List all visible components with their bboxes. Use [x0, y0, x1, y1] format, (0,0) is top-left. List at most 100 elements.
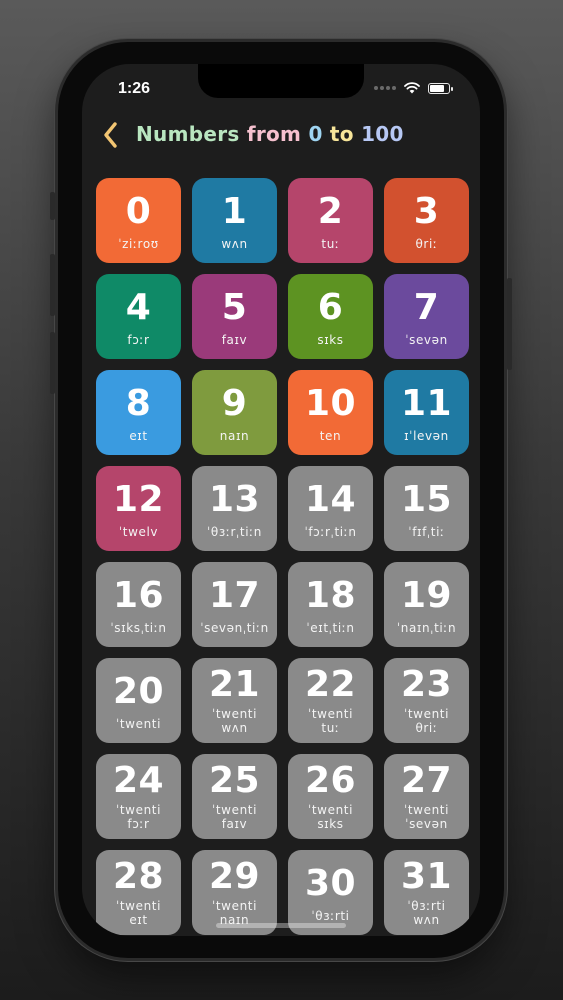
tile-pronunciation: eɪt	[129, 428, 148, 443]
tile-pronunciation: ˈθɜːrti	[311, 908, 350, 923]
number-tile-31[interactable]: 31 ˈθɜːrti wʌn	[384, 850, 469, 935]
tile-number: 22	[304, 664, 357, 705]
tile-number: 26	[304, 760, 357, 801]
tile-pronunciation: wʌn	[221, 236, 248, 251]
phone-frame: 1:26 Numbers from 0 to 100 0 ˈziːroʊ 1 w…	[50, 42, 512, 958]
number-tile-14[interactable]: 14 ˈfɔːrˌtiːn	[288, 466, 373, 551]
tile-number: 4	[125, 286, 152, 328]
tile-pronunciation: ˈtwelv	[118, 524, 159, 539]
number-tile-7[interactable]: 7 ˈsevən	[384, 274, 469, 359]
tile-pronunciation: ɪˈlevən	[404, 428, 449, 443]
tile-number: 30	[304, 862, 357, 904]
tile-pronunciation: ˈtwenti tuː	[307, 707, 354, 735]
numbers-grid: 0 ˈziːroʊ 1 wʌn 2 tuː 3 θriː 4 fɔːr 5 faɪv 6 sɪks 7 ˈse…	[96, 178, 469, 935]
tile-pronunciation: ˈsevən	[405, 332, 448, 347]
number-tile-28[interactable]: 28 ˈtwenti eɪt	[96, 850, 181, 935]
number-tile-18[interactable]: 18 ˈeɪtˌtiːn	[288, 562, 373, 647]
cellular-signal-icon	[374, 86, 396, 90]
tile-number: 23	[400, 664, 453, 705]
back-button[interactable]	[94, 118, 128, 152]
tile-number: 6	[317, 286, 344, 328]
number-tile-19[interactable]: 19 ˈnaɪnˌtiːn	[384, 562, 469, 647]
tile-pronunciation: fɔːr	[127, 332, 150, 347]
volume-down-button	[50, 332, 55, 394]
tile-pronunciation: ˈtwenti faɪv	[211, 803, 258, 831]
tile-number: 3	[413, 190, 440, 232]
tile-pronunciation: ˈsɪksˌtiːn	[110, 620, 167, 635]
tile-number: 13	[208, 478, 261, 520]
home-indicator[interactable]	[216, 923, 346, 928]
number-tile-20[interactable]: 20 ˈtwenti	[96, 658, 181, 743]
tile-pronunciation: ˈfɪfˌtiː	[408, 524, 445, 539]
number-tile-11[interactable]: 11 ɪˈlevən	[384, 370, 469, 455]
number-tile-26[interactable]: 26 ˈtwenti sɪks	[288, 754, 373, 839]
silent-switch	[50, 192, 55, 220]
number-tile-17[interactable]: 17 ˈsevənˌtiːn	[192, 562, 277, 647]
tile-number: 14	[304, 478, 357, 520]
tile-number: 27	[400, 760, 453, 801]
tile-number: 20	[112, 670, 165, 712]
tile-number: 2	[317, 190, 344, 232]
tile-number: 28	[112, 856, 165, 897]
number-tile-24[interactable]: 24 ˈtwenti fɔːr	[96, 754, 181, 839]
tile-pronunciation: ˈtwenti fɔːr	[115, 803, 162, 831]
number-tile-1[interactable]: 1 wʌn	[192, 178, 277, 263]
title-segment: 100	[361, 122, 404, 146]
number-tile-0[interactable]: 0 ˈziːroʊ	[96, 178, 181, 263]
number-tile-25[interactable]: 25 ˈtwenti faɪv	[192, 754, 277, 839]
number-tile-23[interactable]: 23 ˈtwenti θriː	[384, 658, 469, 743]
tile-pronunciation: ˈnaɪnˌtiːn	[396, 620, 457, 635]
tile-pronunciation: ˈθɜːrˌtiːn	[207, 524, 262, 539]
number-tile-15[interactable]: 15 ˈfɪfˌtiː	[384, 466, 469, 551]
number-tile-3[interactable]: 3 θriː	[384, 178, 469, 263]
number-tile-21[interactable]: 21 ˈtwenti wʌn	[192, 658, 277, 743]
tile-number: 16	[112, 574, 165, 616]
number-tile-6[interactable]: 6 sɪks	[288, 274, 373, 359]
camera-notch	[198, 64, 364, 98]
tile-pronunciation: ˈtwenti	[115, 716, 162, 731]
tile-pronunciation: faɪv	[221, 332, 248, 347]
tile-number: 18	[304, 574, 357, 616]
tile-number: 0	[125, 190, 152, 232]
tile-pronunciation: θriː	[415, 236, 438, 251]
number-tile-9[interactable]: 9 naɪn	[192, 370, 277, 455]
tile-number: 11	[400, 382, 453, 424]
number-tile-10[interactable]: 10 ten	[288, 370, 373, 455]
tile-number: 29	[208, 856, 261, 897]
tile-number: 31	[400, 856, 453, 897]
title-segment: to	[329, 122, 362, 146]
number-tile-2[interactable]: 2 tuː	[288, 178, 373, 263]
number-tile-4[interactable]: 4 fɔːr	[96, 274, 181, 359]
number-tile-27[interactable]: 27 ˈtwenti ˈsevən	[384, 754, 469, 839]
tile-number: 5	[221, 286, 248, 328]
tile-pronunciation: ˈeɪtˌtiːn	[306, 620, 355, 635]
app-screen: 1:26 Numbers from 0 to 100 0 ˈziːroʊ 1 w…	[82, 64, 480, 936]
tile-pronunciation: ˈsevənˌtiːn	[200, 620, 269, 635]
tile-pronunciation: tuː	[321, 236, 340, 251]
tile-number: 25	[208, 760, 261, 801]
tile-pronunciation: ˈtwenti θriː	[403, 707, 450, 735]
tile-number: 1	[221, 190, 248, 232]
number-tile-16[interactable]: 16 ˈsɪksˌtiːn	[96, 562, 181, 647]
number-tile-13[interactable]: 13 ˈθɜːrˌtiːn	[192, 466, 277, 551]
background: 1:26 Numbers from 0 to 100 0 ˈziːroʊ 1 w…	[0, 0, 563, 1000]
number-tile-12[interactable]: 12 ˈtwelv	[96, 466, 181, 551]
title-segment: Numbers	[136, 122, 247, 146]
wifi-icon	[404, 82, 420, 94]
tile-number: 17	[208, 574, 261, 616]
tile-pronunciation: ˈtwenti wʌn	[211, 707, 258, 735]
tile-number: 8	[125, 382, 152, 424]
tile-number: 19	[400, 574, 453, 616]
tile-number: 15	[400, 478, 453, 520]
number-tile-8[interactable]: 8 eɪt	[96, 370, 181, 455]
number-tile-5[interactable]: 5 faɪv	[192, 274, 277, 359]
tile-pronunciation: ˈtwenti eɪt	[115, 899, 162, 927]
tile-pronunciation: ˈfɔːrˌtiːn	[304, 524, 357, 539]
power-button	[507, 278, 512, 370]
status-icons	[374, 82, 453, 94]
title-segment: from	[246, 122, 309, 146]
tile-number: 24	[112, 760, 165, 801]
number-tile-22[interactable]: 22 ˈtwenti tuː	[288, 658, 373, 743]
tile-pronunciation: sɪks	[317, 332, 344, 347]
chevron-left-icon	[104, 122, 117, 148]
